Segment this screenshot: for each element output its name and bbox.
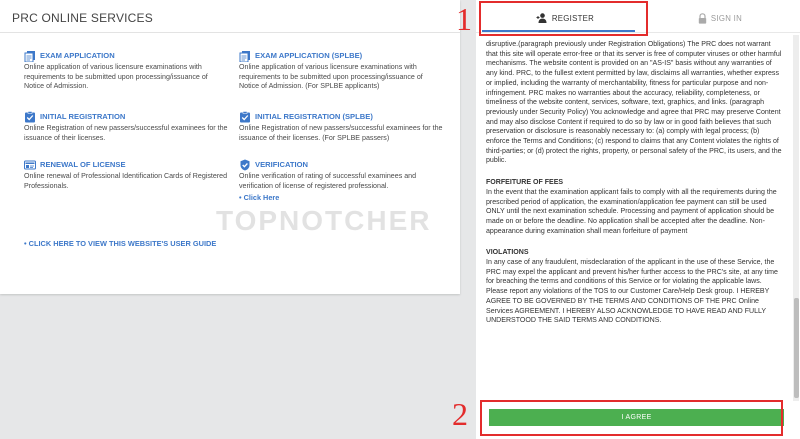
tab-signin[interactable]: SIGN IN: [648, 0, 792, 36]
card-title: PRC ONLINE SERVICES: [12, 11, 153, 25]
auth-panel: REGISTER SIGN IN disruptive.(paragraph p…: [476, 0, 800, 439]
terms-and-conditions-text[interactable]: disruptive.(paragraph previously under R…: [486, 40, 782, 398]
violations-heading: VIOLATIONS: [486, 249, 529, 257]
terms-intro: disruptive.(paragraph previously under R…: [486, 41, 782, 165]
initial-registration-splbe-link[interactable]: INITIAL REGISTRATION (SPLBE): [255, 112, 373, 122]
initial-registration-splbe-desc: Online Registration of new passers/succe…: [239, 124, 443, 142]
id-card-icon: [24, 160, 36, 169]
initial-registration-desc: Online Registration of new passers/succe…: [24, 124, 228, 142]
tab-signin-label: SIGN IN: [710, 13, 743, 23]
annotation-number-1: 1: [456, 1, 472, 37]
forfeiture-body: In the event that the examination applic…: [486, 188, 777, 235]
renewal-of-license-desc: Online renewal of Professional Identific…: [24, 172, 228, 190]
checklist-icon: [240, 110, 250, 122]
watermark: TOPNOTCHER: [216, 205, 432, 236]
document-icon: [24, 50, 35, 62]
service-verification: VERIFICATION Online verification of rati…: [239, 158, 444, 202]
terms-scrollbar-thumb[interactable]: [794, 298, 799, 398]
document-icon: [239, 50, 250, 62]
lock-icon: [698, 12, 707, 24]
service-renewal-of-license: RENEWAL OF LICENSE Online renewal of Pro…: [24, 158, 229, 191]
annotation-number-2: 2: [452, 396, 468, 432]
violations-body: In any case of any fraudulent, misdeclar…: [486, 259, 778, 325]
card-divider: [0, 32, 460, 33]
verification-click-here-link[interactable]: • Click Here: [239, 193, 444, 202]
prc-online-services-card: PRC ONLINE SERVICES EXAM APPLICATION Onl…: [0, 0, 460, 294]
verified-badge-icon: [240, 159, 250, 170]
exam-application-splbe-link[interactable]: EXAM APPLICATION (SPLBE): [255, 51, 362, 61]
checklist-icon: [25, 110, 35, 122]
verification-desc: Online verification of rating of success…: [239, 172, 417, 190]
exam-application-splbe-desc: Online application of various licensure …: [239, 63, 423, 91]
renewal-of-license-link[interactable]: RENEWAL OF LICENSE: [40, 160, 126, 170]
forfeiture-heading: FORFEITURE OF FEES: [486, 179, 564, 187]
exam-application-link[interactable]: EXAM APPLICATION: [40, 51, 115, 61]
verification-link[interactable]: VERIFICATION: [255, 160, 308, 170]
service-exam-application-splbe: EXAM APPLICATION (SPLBE) Online applicat…: [239, 49, 444, 92]
service-exam-application: EXAM APPLICATION Online application of v…: [24, 49, 229, 92]
annotation-box-register: [479, 1, 648, 36]
annotation-box-agree: [480, 400, 783, 436]
initial-registration-link[interactable]: INITIAL REGISTRATION: [40, 112, 125, 122]
service-initial-registration: INITIAL REGISTRATION Online Registration…: [24, 110, 229, 143]
service-initial-registration-splbe: INITIAL REGISTRATION (SPLBE) Online Regi…: [239, 110, 444, 143]
exam-application-desc: Online application of various licensure …: [24, 63, 208, 91]
user-guide-link[interactable]: • CLICK HERE TO VIEW THIS WEBSITE'S USER…: [24, 239, 216, 248]
